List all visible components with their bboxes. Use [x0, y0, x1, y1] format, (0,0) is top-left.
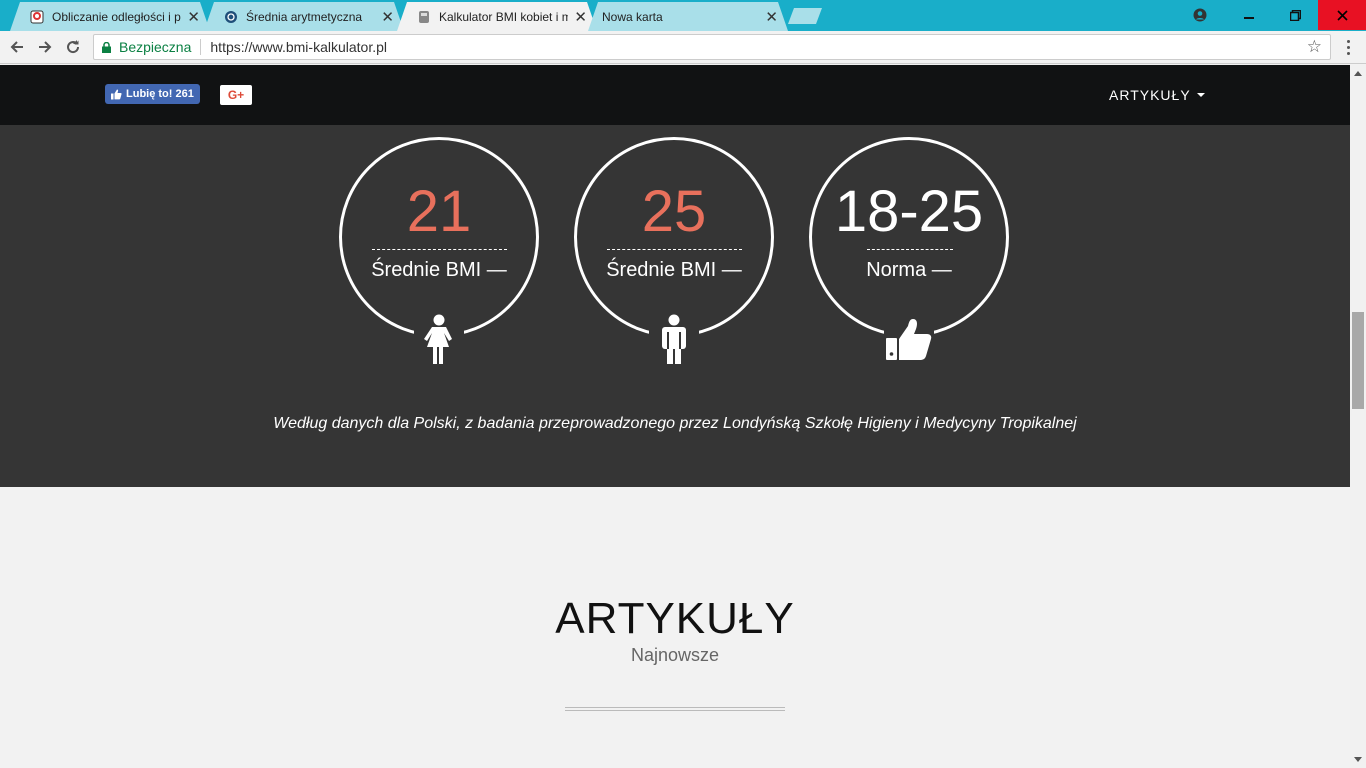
- profile-icon[interactable]: [1180, 0, 1220, 30]
- scroll-down-arrow-icon[interactable]: [1354, 757, 1362, 762]
- articles-menu-label: ARTYKUŁY: [1109, 87, 1191, 103]
- facebook-like-label: Lubię to! 261: [126, 88, 194, 100]
- stat-value: 18-25: [834, 179, 984, 244]
- stat-value: 21: [406, 179, 472, 244]
- page-viewport: Lubię to! 261 G+ ARTYKUŁY 21 Średnie BMI…: [0, 65, 1350, 768]
- scrollbar-thumb[interactable]: [1352, 312, 1364, 409]
- url-text[interactable]: https://www.bmi-kalkulator.pl: [210, 39, 387, 55]
- stat-value: 25: [641, 179, 707, 244]
- security-label: Bezpieczna: [119, 39, 192, 55]
- stat-label: Średnie BMI —: [371, 259, 507, 281]
- google-plus-label: G+: [227, 88, 245, 102]
- female-icon: [414, 310, 464, 370]
- new-tab-button[interactable]: [788, 8, 822, 24]
- address-bar[interactable]: Bezpieczna https://www.bmi-kalkulator.pl…: [93, 34, 1331, 60]
- close-tab-icon[interactable]: ✕: [187, 8, 200, 26]
- bmi-stats-section: 21 Średnie BMI — 25 Średnie BMI — 18-25 …: [0, 125, 1350, 487]
- forward-arrow-icon: [39, 41, 52, 53]
- caret-down-icon: [1196, 93, 1205, 97]
- dashed-divider: [372, 249, 507, 250]
- address-divider: [200, 39, 202, 55]
- close-tab-icon[interactable]: ✕: [574, 8, 587, 26]
- browser-toolbar: Bezpieczna https://www.bmi-kalkulator.pl…: [0, 31, 1366, 64]
- thumbs-up-icon: [884, 310, 934, 370]
- source-note: Według danych dla Polski, z badania prze…: [273, 415, 1077, 432]
- stat-circle-women: 21 Średnie BMI —: [339, 137, 539, 370]
- tab-obliczanie[interactable]: Obliczanie odległości i p ✕: [10, 2, 210, 31]
- close-tab-icon[interactable]: ✕: [765, 8, 778, 26]
- stat-label: Norma —: [866, 259, 952, 281]
- tab-nowa-karta[interactable]: Nowa karta ✕: [588, 2, 788, 31]
- browser-tab-bar: Obliczanie odległości i p ✕ Średnia aryt…: [0, 0, 1366, 31]
- close-tab-icon[interactable]: ✕: [381, 8, 394, 26]
- globe-site-icon: [224, 10, 238, 24]
- tab-title: Kalkulator BMI kobiet i m: [439, 9, 569, 24]
- thumbs-up-small-icon: [111, 89, 122, 99]
- back-button[interactable]: [4, 35, 30, 59]
- reload-button[interactable]: [60, 35, 86, 59]
- stat-circle-men: 25 Średnie BMI —: [574, 137, 774, 370]
- articles-heading: ARTYKUŁY: [555, 594, 795, 643]
- google-plus-button[interactable]: G+: [220, 85, 252, 105]
- section-divider: [565, 707, 785, 711]
- minimize-button[interactable]: [1226, 0, 1272, 30]
- page-scrollbar[interactable]: [1350, 65, 1366, 768]
- browser-menu-icon[interactable]: [1341, 35, 1355, 59]
- male-icon: [649, 310, 699, 370]
- stat-circle-norm: 18-25 Norma —: [809, 137, 1009, 370]
- scroll-up-arrow-icon[interactable]: [1354, 71, 1362, 76]
- articles-section: ARTYKUŁY Najnowsze: [0, 487, 1350, 768]
- back-arrow-icon: [10, 41, 23, 53]
- dashed-divider: [867, 249, 953, 250]
- lock-icon: [102, 41, 111, 53]
- tab-kalkulator-bmi[interactable]: Kalkulator BMI kobiet i m ✕: [397, 2, 597, 31]
- articles-menu-dropdown[interactable]: ARTYKUŁY: [1109, 87, 1205, 103]
- articles-subheading: Najnowsze: [630, 645, 720, 665]
- facebook-like-button[interactable]: Lubię to! 261: [105, 84, 200, 104]
- tab-title: Średnia arytmetyczna: [246, 9, 363, 24]
- dashed-divider: [607, 249, 742, 250]
- tab-title: Obliczanie odległości i p: [52, 9, 181, 24]
- stat-label: Średnie BMI —: [606, 259, 742, 281]
- reload-icon: [67, 40, 80, 54]
- restore-button[interactable]: [1272, 0, 1318, 30]
- bmi-site-icon: [417, 10, 431, 24]
- site-navbar: Lubię to! 261 G+ ARTYKUŁY: [0, 65, 1350, 125]
- maps-app-icon: [30, 10, 44, 24]
- close-window-button[interactable]: [1318, 0, 1366, 30]
- tab-srednia[interactable]: Średnia arytmetyczna ✕: [204, 2, 404, 31]
- bookmark-star-icon[interactable]: ☆: [1307, 37, 1322, 57]
- tab-title: Nowa karta: [602, 9, 663, 24]
- forward-button[interactable]: [32, 35, 58, 59]
